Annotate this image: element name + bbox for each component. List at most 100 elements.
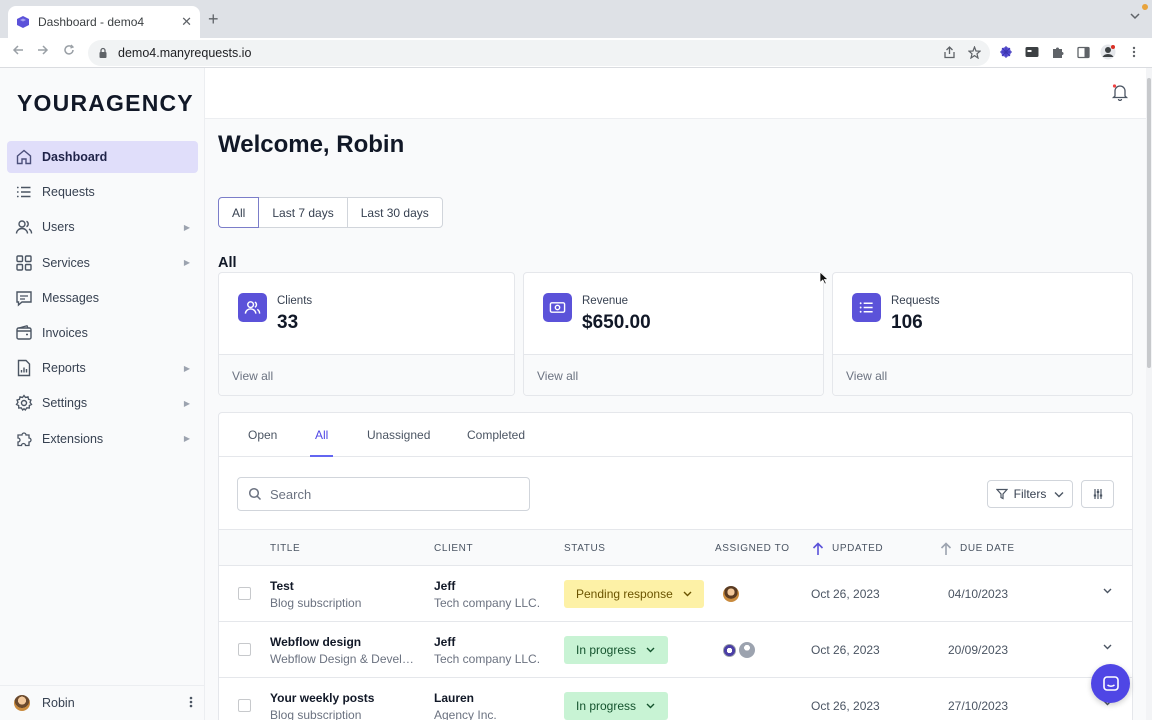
extension-card-icon[interactable]	[1024, 44, 1040, 60]
expand-caret-icon: ▶	[183, 258, 190, 268]
clients-view-all-link[interactable]: View all	[219, 354, 514, 395]
sidebar-item-reports[interactable]: Reports ▶	[7, 352, 198, 384]
agency-logo[interactable]: YOURAGENCY	[17, 90, 194, 117]
tab-completed[interactable]: Completed	[466, 413, 526, 457]
notification-bell-icon[interactable]	[1111, 83, 1129, 102]
browser-tab[interactable]: Dashboard - demo4 ✕	[8, 6, 200, 38]
table-row[interactable]: Your weekly posts Blog subscription Laur…	[219, 678, 1132, 720]
sidebar-item-label: Services	[42, 255, 90, 270]
card-value: $650.00	[582, 312, 651, 333]
request-title[interactable]: Test	[270, 579, 420, 593]
request-title[interactable]: Webflow design	[270, 635, 420, 649]
sidebar-nav: Dashboard Requests Users ▶ Services ▶ Me…	[7, 141, 198, 458]
table-header: TITLE CLIENT STATUS ASSIGNED TO UPDATED …	[219, 529, 1132, 566]
range-all-button[interactable]: All	[218, 197, 260, 228]
column-title[interactable]: TITLE	[270, 530, 300, 567]
users-icon	[15, 218, 33, 236]
updated-date: Oct 26, 2023	[811, 699, 880, 713]
new-tab-button[interactable]: +	[208, 10, 219, 28]
client-company: Tech company LLC.	[434, 596, 541, 610]
assignees[interactable]	[723, 586, 740, 602]
request-title[interactable]: Your weekly posts	[270, 691, 420, 705]
chat-launcher-button[interactable]	[1091, 664, 1130, 703]
row-checkbox[interactable]	[238, 699, 251, 712]
back-arrow-icon[interactable]	[12, 43, 24, 59]
reload-icon[interactable]	[63, 43, 75, 59]
grid-icon	[15, 254, 33, 272]
filter-funnel-icon	[995, 488, 1008, 500]
mouse-cursor-icon	[819, 271, 829, 285]
column-due-date[interactable]: DUE DATE	[940, 530, 1015, 567]
list-icon	[15, 183, 33, 201]
revenue-view-all-link[interactable]: View all	[524, 354, 823, 395]
table-row[interactable]: Test Blog subscription Jeff Tech company…	[219, 566, 1132, 622]
user-menu[interactable]: Robin	[0, 685, 205, 720]
sidebar-item-dashboard[interactable]: Dashboard	[7, 141, 198, 173]
column-status[interactable]: STATUS	[564, 530, 606, 567]
forward-arrow-icon[interactable]	[37, 43, 49, 59]
sidebar-item-label: Extensions	[42, 431, 104, 446]
stats-section-title: All	[218, 255, 237, 271]
chevron-down-icon	[683, 591, 692, 597]
updated-date: Oct 26, 2023	[811, 643, 880, 657]
profile-avatar-icon[interactable]	[1100, 44, 1116, 60]
card-label: Requests	[891, 295, 940, 307]
row-checkbox[interactable]	[238, 587, 251, 600]
manyrequests-favicon-icon	[16, 15, 30, 29]
column-client[interactable]: CLIENT	[434, 530, 473, 567]
tab-all[interactable]: All	[309, 413, 334, 457]
page-scrollbar[interactable]	[1146, 68, 1152, 720]
sidebar-item-requests[interactable]: Requests	[7, 176, 198, 208]
assignees[interactable]	[723, 642, 756, 658]
sidebar-item-label: Requests	[42, 185, 95, 200]
table-row[interactable]: Webflow design Webflow Design & Developm…	[219, 622, 1132, 678]
tab-unassigned[interactable]: Unassigned	[366, 413, 431, 457]
tab-search-chevron-icon[interactable]	[1130, 12, 1140, 23]
sidebar-item-users[interactable]: Users ▶	[7, 211, 198, 243]
expand-caret-icon: ▶	[183, 434, 190, 443]
request-service: Blog subscription	[270, 708, 362, 720]
more-vertical-icon[interactable]	[189, 695, 193, 711]
extensions-puzzle-icon[interactable]	[1050, 44, 1066, 60]
column-assigned-to[interactable]: ASSIGNED TO	[715, 530, 790, 567]
card-label: Revenue	[582, 295, 629, 307]
scrollbar-thumb[interactable]	[1147, 78, 1151, 368]
requests-view-all-link[interactable]: View all	[833, 354, 1132, 395]
browser-menu-icon[interactable]	[1126, 44, 1142, 60]
range-7-days-button[interactable]: Last 7 days	[258, 197, 348, 228]
range-30-days-button[interactable]: Last 30 days	[346, 197, 443, 228]
row-expand-chevron-icon[interactable]	[1103, 644, 1112, 650]
filters-label: Filters	[1013, 487, 1047, 501]
status-dropdown[interactable]: In progress	[564, 692, 668, 720]
address-bar[interactable]: demo4.manyrequests.io	[88, 40, 990, 66]
row-checkbox[interactable]	[238, 643, 251, 656]
browser-toolbar: demo4.manyrequests.io	[0, 38, 1152, 68]
row-expand-chevron-icon[interactable]	[1103, 588, 1112, 594]
sidebar-item-messages[interactable]: Messages	[7, 282, 198, 314]
column-settings-button[interactable]	[1081, 480, 1114, 508]
side-panel-icon[interactable]	[1075, 44, 1091, 60]
cash-icon	[543, 293, 572, 322]
search-input[interactable]	[270, 486, 510, 502]
updated-date: Oct 26, 2023	[811, 587, 880, 601]
sidebar-item-extensions[interactable]: Extensions ▶	[7, 423, 198, 455]
sidebar-item-label: Settings	[42, 396, 88, 411]
filters-button[interactable]: Filters	[987, 480, 1073, 508]
status-dropdown[interactable]: Pending response	[564, 580, 704, 608]
card-value: 106	[891, 312, 923, 333]
bookmark-star-icon[interactable]	[966, 44, 982, 60]
date-range-toggle: All Last 7 days Last 30 days	[218, 197, 443, 228]
status-dropdown[interactable]: In progress	[564, 636, 668, 664]
share-icon[interactable]	[941, 44, 957, 60]
client-name: Lauren	[434, 691, 475, 705]
search-box[interactable]	[237, 477, 530, 511]
sidebar-item-settings[interactable]: Settings ▶	[7, 387, 198, 419]
card-value: 33	[277, 312, 299, 333]
sidebar-item-services[interactable]: Services ▶	[7, 247, 198, 279]
sidebar-item-invoices[interactable]: Invoices	[7, 317, 198, 349]
request-service: Blog subscription	[270, 596, 362, 610]
extension-snowflake-icon[interactable]	[998, 44, 1014, 60]
tab-open[interactable]: Open	[247, 413, 278, 457]
column-updated[interactable]: UPDATED	[812, 530, 883, 567]
close-tab-icon[interactable]: ✕	[181, 14, 192, 30]
